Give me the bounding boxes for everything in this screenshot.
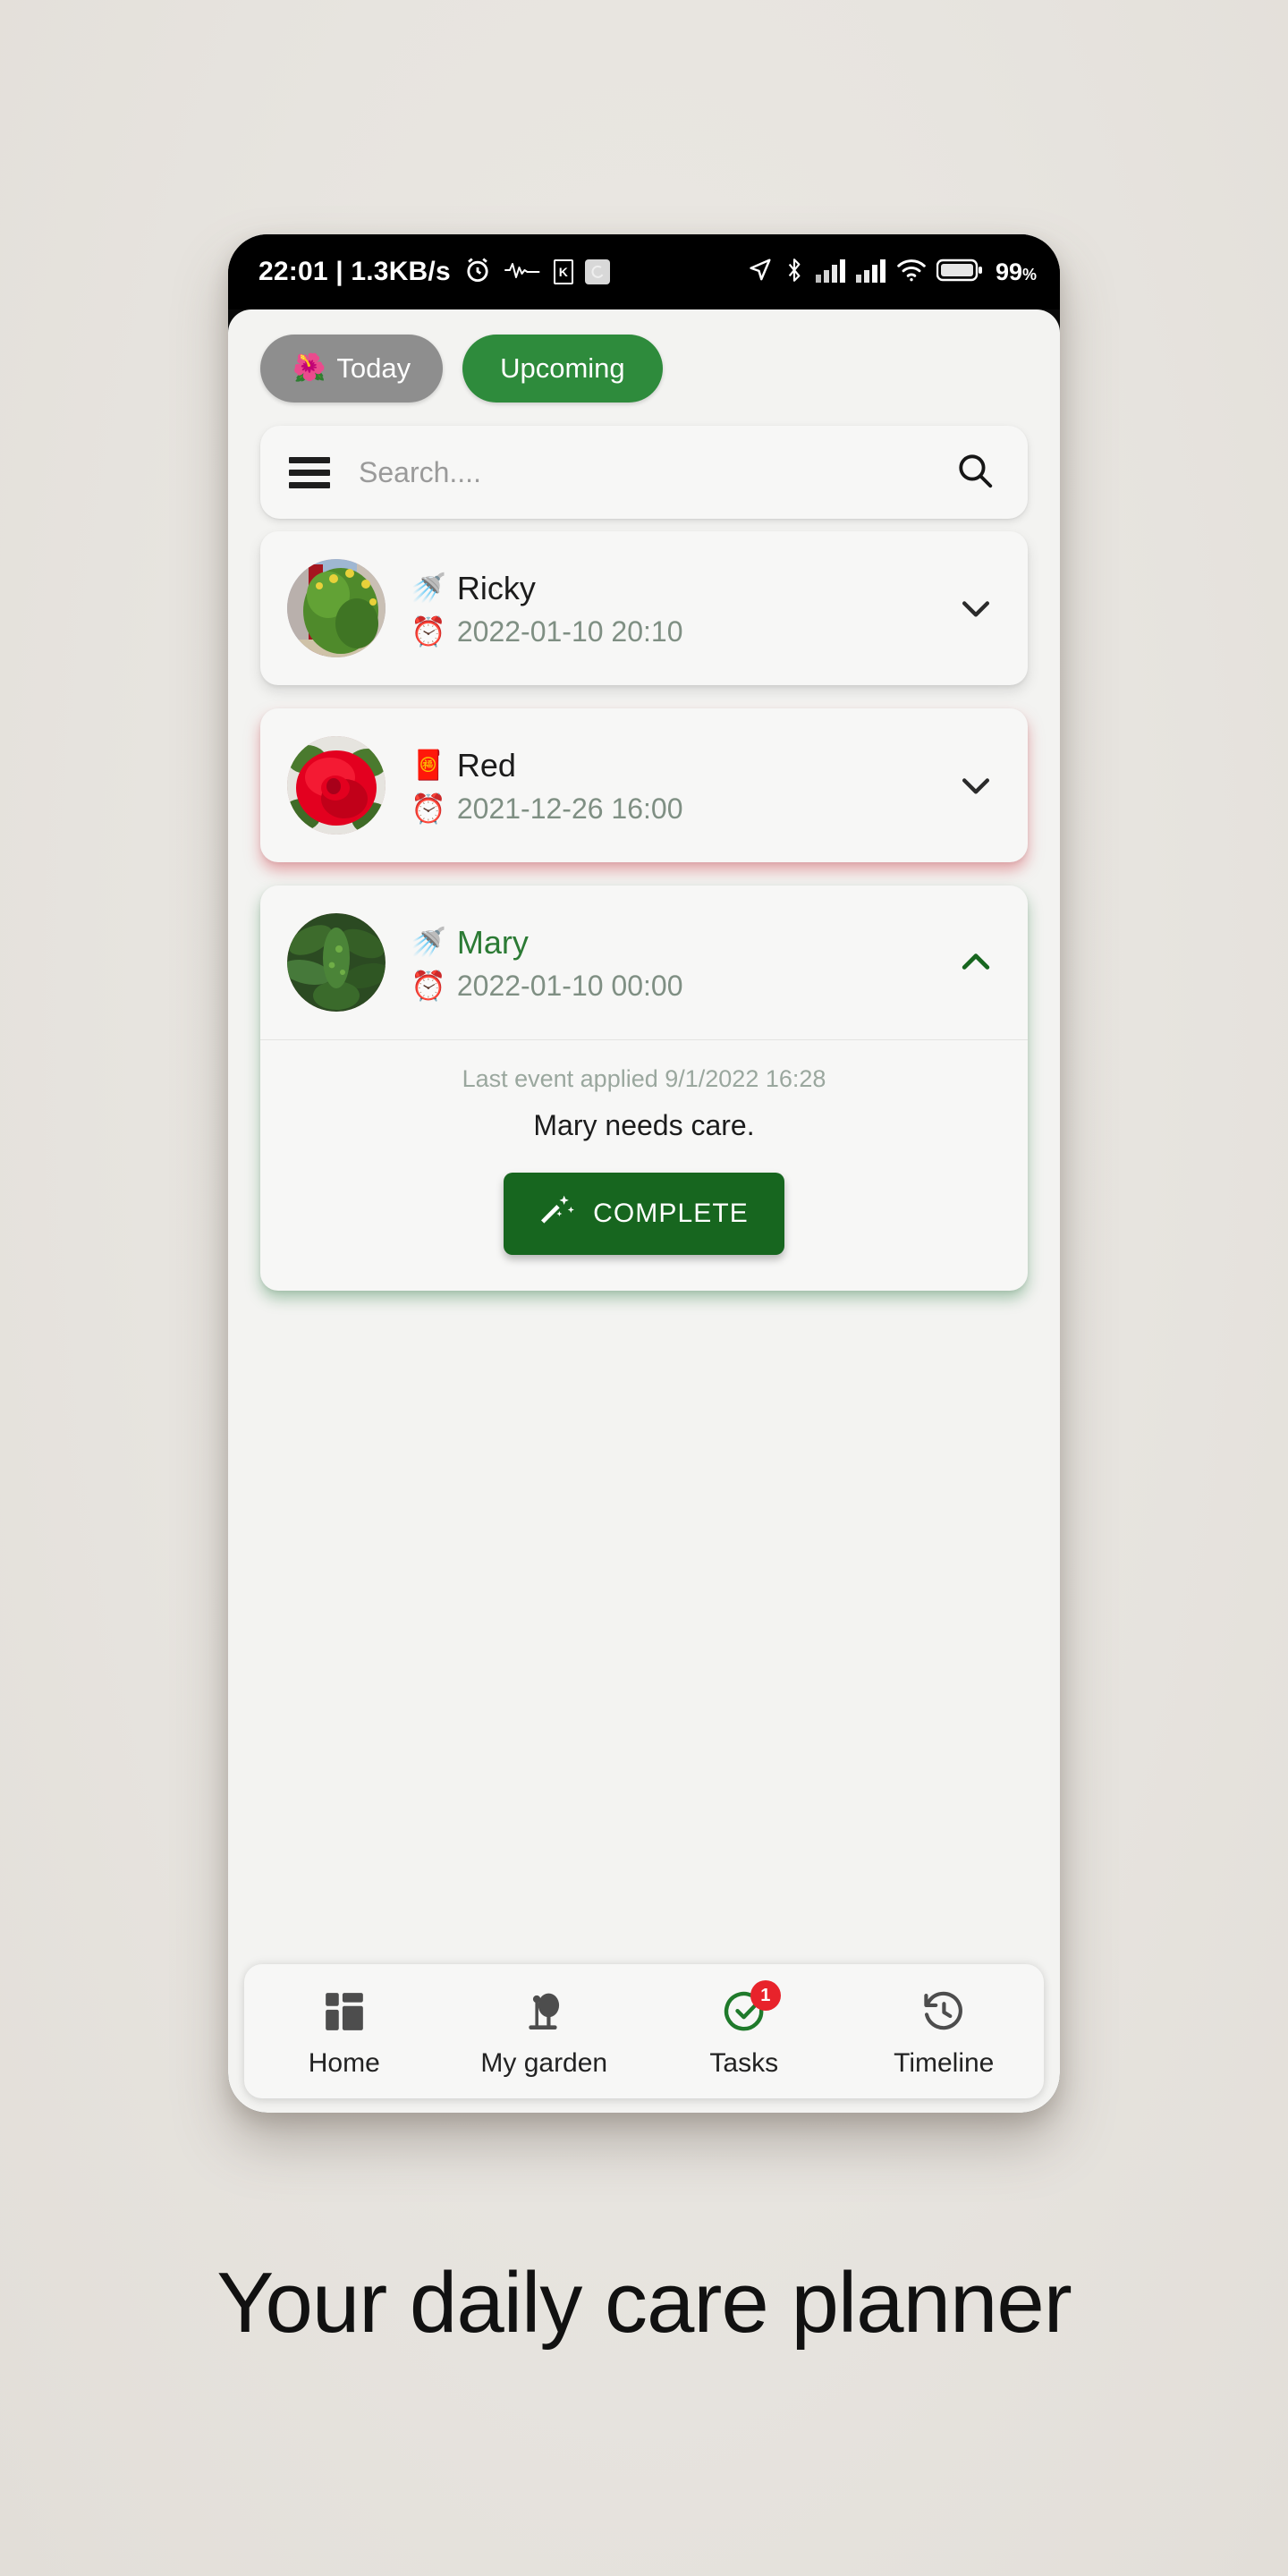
battery-level-value: 99 <box>995 258 1022 285</box>
history-clock-icon <box>921 1984 966 2039</box>
task-title-row: 🧧 Red <box>411 745 951 785</box>
tab-upcoming-label: Upcoming <box>500 352 625 384</box>
tree-icon <box>521 1984 566 2039</box>
wifi-icon <box>896 258 927 287</box>
alarm-clock-icon: ⏰ <box>411 969 446 1002</box>
avatar <box>287 559 386 657</box>
search-bar[interactable] <box>260 426 1028 519</box>
task-plant-name: Ricky <box>456 569 536 606</box>
battery-icon <box>936 258 983 287</box>
check-circle-icon: 1 <box>722 1980 781 2039</box>
search-input[interactable] <box>359 455 954 489</box>
fertilizer-packet-icon: 🧧 <box>411 749 446 781</box>
complete-button[interactable]: COMPLETE <box>504 1173 784 1255</box>
complete-button-label: COMPLETE <box>593 1199 749 1228</box>
task-title-row: 🚿 Ricky <box>411 568 951 608</box>
task-detail-message: Mary needs care. <box>533 1109 755 1141</box>
task-time-row: ⏰ 2022-01-10 00:00 <box>411 968 951 1004</box>
alarm-clock-icon: ⏰ <box>411 614 446 648</box>
task-card[interactable]: 🧧 Red ⏰ 2021-12-26 16:00 <box>260 708 1028 862</box>
task-time-row: ⏰ 2022-01-10 20:10 <box>411 614 951 649</box>
task-card-header[interactable]: 🚿 Ricky ⏰ 2022-01-10 20:10 <box>260 531 1028 685</box>
nav-item-tasks[interactable]: 1 Tasks <box>644 1980 844 2079</box>
magic-wand-icon <box>539 1192 575 1235</box>
waveform-icon <box>504 258 542 286</box>
tab-today[interactable]: 🌺 Today <box>260 335 444 402</box>
status-bar: 22:01 | 1.3KB/s K 99% <box>228 234 1060 309</box>
task-card-detail: Last event applied 9/1/2022 16:28 Mary n… <box>260 1039 1028 1291</box>
bottom-navigation: Home My garden 1 Tasks Timeline <box>244 1964 1044 2098</box>
app-screen: 🌺 Today Upcoming Search.... 🚿 Ricky ⏰ 20… <box>228 309 1060 2113</box>
search-icon[interactable] <box>954 450 996 496</box>
status-bar-left: 22:01 | 1.3KB/s K <box>258 255 610 290</box>
tab-upcoming[interactable]: Upcoming <box>462 335 663 402</box>
promo-canvas: 22:01 | 1.3KB/s K 99% 🌺 Today Upcoming S… <box>0 0 1288 2576</box>
location-arrow-icon <box>746 257 773 288</box>
nav-item-my-garden[interactable]: My garden <box>445 1984 645 2079</box>
task-datetime: 2021-12-26 16:00 <box>456 792 683 825</box>
task-card-text: 🚿 Ricky ⏰ 2022-01-10 20:10 <box>411 568 951 649</box>
task-list: 🚿 Ricky ⏰ 2022-01-10 20:10 🧧 Red ⏰ 2021-… <box>228 519 1060 1964</box>
nav-item-my-garden-label: My garden <box>480 2048 608 2078</box>
nav-item-timeline-label: Timeline <box>894 2048 995 2078</box>
signal-bars-icon <box>855 258 886 287</box>
app-square-icon <box>584 259 610 284</box>
status-clock: 22:01 | 1.3KB/s <box>258 257 451 286</box>
task-datetime: 2022-01-10 20:10 <box>456 614 683 648</box>
task-title-row: 🚿 Mary <box>411 922 951 962</box>
nav-item-home-label: Home <box>308 2048 380 2078</box>
alarm-clock-icon: ⏰ <box>411 792 446 825</box>
dashboard-grid-icon <box>322 1984 367 2039</box>
task-card-header[interactable]: 🧧 Red ⏰ 2021-12-26 16:00 <box>260 708 1028 862</box>
task-card-header[interactable]: 🚿 Mary ⏰ 2022-01-10 00:00 <box>260 886 1028 1039</box>
search-section <box>228 411 1060 519</box>
status-bar-right: 99% <box>746 257 1037 288</box>
task-card-text: 🚿 Mary ⏰ 2022-01-10 00:00 <box>411 922 951 1004</box>
alarm-clock-icon <box>462 255 493 290</box>
chevron-down-icon[interactable] <box>951 583 1001 633</box>
tab-today-label: Today <box>336 352 411 384</box>
nav-item-timeline[interactable]: Timeline <box>844 1984 1045 2079</box>
task-plant-name: Mary <box>456 923 529 961</box>
task-time-row: ⏰ 2021-12-26 16:00 <box>411 791 951 826</box>
signal-bars-icon <box>815 258 846 287</box>
chevron-up-icon[interactable] <box>951 937 1001 987</box>
nav-item-tasks-label: Tasks <box>709 2048 779 2078</box>
avatar <box>287 736 386 835</box>
k-badge-icon: K <box>553 259 573 284</box>
task-card[interactable]: 🚿 Ricky ⏰ 2022-01-10 20:10 <box>260 531 1028 685</box>
k-badge-label: K <box>558 265 568 279</box>
percent-sign: % <box>1021 265 1037 284</box>
task-card[interactable]: 🚿 Mary ⏰ 2022-01-10 00:00 Last event app… <box>260 886 1028 1291</box>
hibiscus-flower-icon: 🌺 <box>292 353 326 383</box>
watering-can-icon: 🚿 <box>411 926 446 958</box>
phone-device-frame: 22:01 | 1.3KB/s K 99% 🌺 Today Upcoming S… <box>228 234 1060 2113</box>
promo-caption: Your daily care planner <box>216 2255 1072 2351</box>
bluetooth-icon <box>783 257 806 288</box>
hamburger-menu-icon[interactable] <box>289 456 330 488</box>
chevron-down-icon[interactable] <box>951 760 1001 810</box>
avatar <box>287 913 386 1012</box>
task-plant-name: Red <box>456 746 516 784</box>
watering-can-icon: 🚿 <box>411 572 446 604</box>
task-card-text: 🧧 Red ⏰ 2021-12-26 16:00 <box>411 745 951 826</box>
tasks-badge: 1 <box>750 1980 781 2011</box>
nav-item-home[interactable]: Home <box>244 1984 445 2079</box>
last-event-applied: Last event applied 9/1/2022 16:28 <box>462 1065 826 1092</box>
battery-percentage: 99% <box>996 258 1037 286</box>
task-datetime: 2022-01-10 00:00 <box>456 969 683 1002</box>
filter-tabs: 🌺 Today Upcoming <box>228 309 1060 411</box>
